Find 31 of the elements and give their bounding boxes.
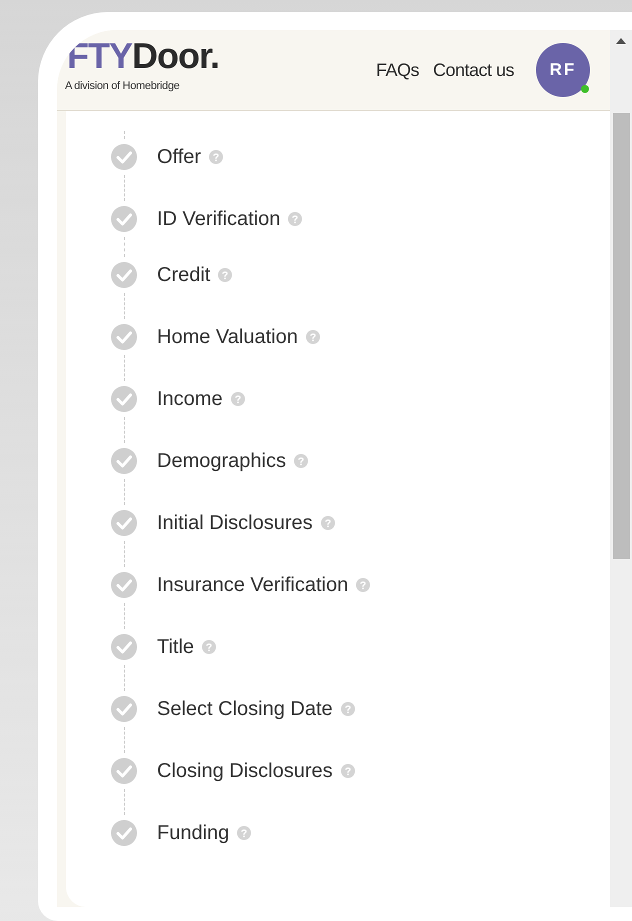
step-label: Title (157, 635, 194, 660)
help-icon[interactable] (237, 826, 252, 840)
nav-link[interactable]: FAQs (376, 56, 419, 84)
step-label: Initial Disclosures (157, 511, 313, 536)
help-icon[interactable] (306, 330, 320, 344)
step-label: Offer (157, 145, 202, 170)
help-icon[interactable] (294, 454, 308, 468)
help-icon[interactable] (202, 640, 216, 654)
nav-link[interactable]: Contact us (432, 56, 514, 84)
step-label: Closing Disclosures (157, 759, 333, 784)
help-icon[interactable] (356, 578, 370, 592)
help-icon[interactable] (340, 764, 355, 778)
step-label: Credit (157, 263, 210, 288)
step-label: Income (157, 387, 223, 412)
help-icon[interactable] (340, 702, 355, 716)
step-label: Demographics (157, 449, 286, 474)
help-icon[interactable] (320, 516, 335, 530)
step-label: Home Valuation (157, 325, 298, 350)
step-label: Select Closing Date (157, 697, 333, 722)
help-icon[interactable] (218, 268, 232, 282)
step-label: Insurance Verification (157, 573, 348, 598)
logo-text: Door. (132, 38, 220, 74)
step-label: Funding (157, 821, 230, 846)
step-label: ID Verification (157, 207, 280, 232)
user-avatar[interactable]: RF (536, 43, 590, 97)
scroll-up-icon[interactable] (616, 38, 626, 44)
help-icon[interactable] (288, 212, 302, 226)
help-icon[interactable] (209, 150, 224, 164)
logo-tagline: A division of Homebridge (65, 78, 180, 94)
scrollbar-thumb[interactable] (612, 113, 630, 559)
help-icon[interactable] (230, 392, 245, 406)
